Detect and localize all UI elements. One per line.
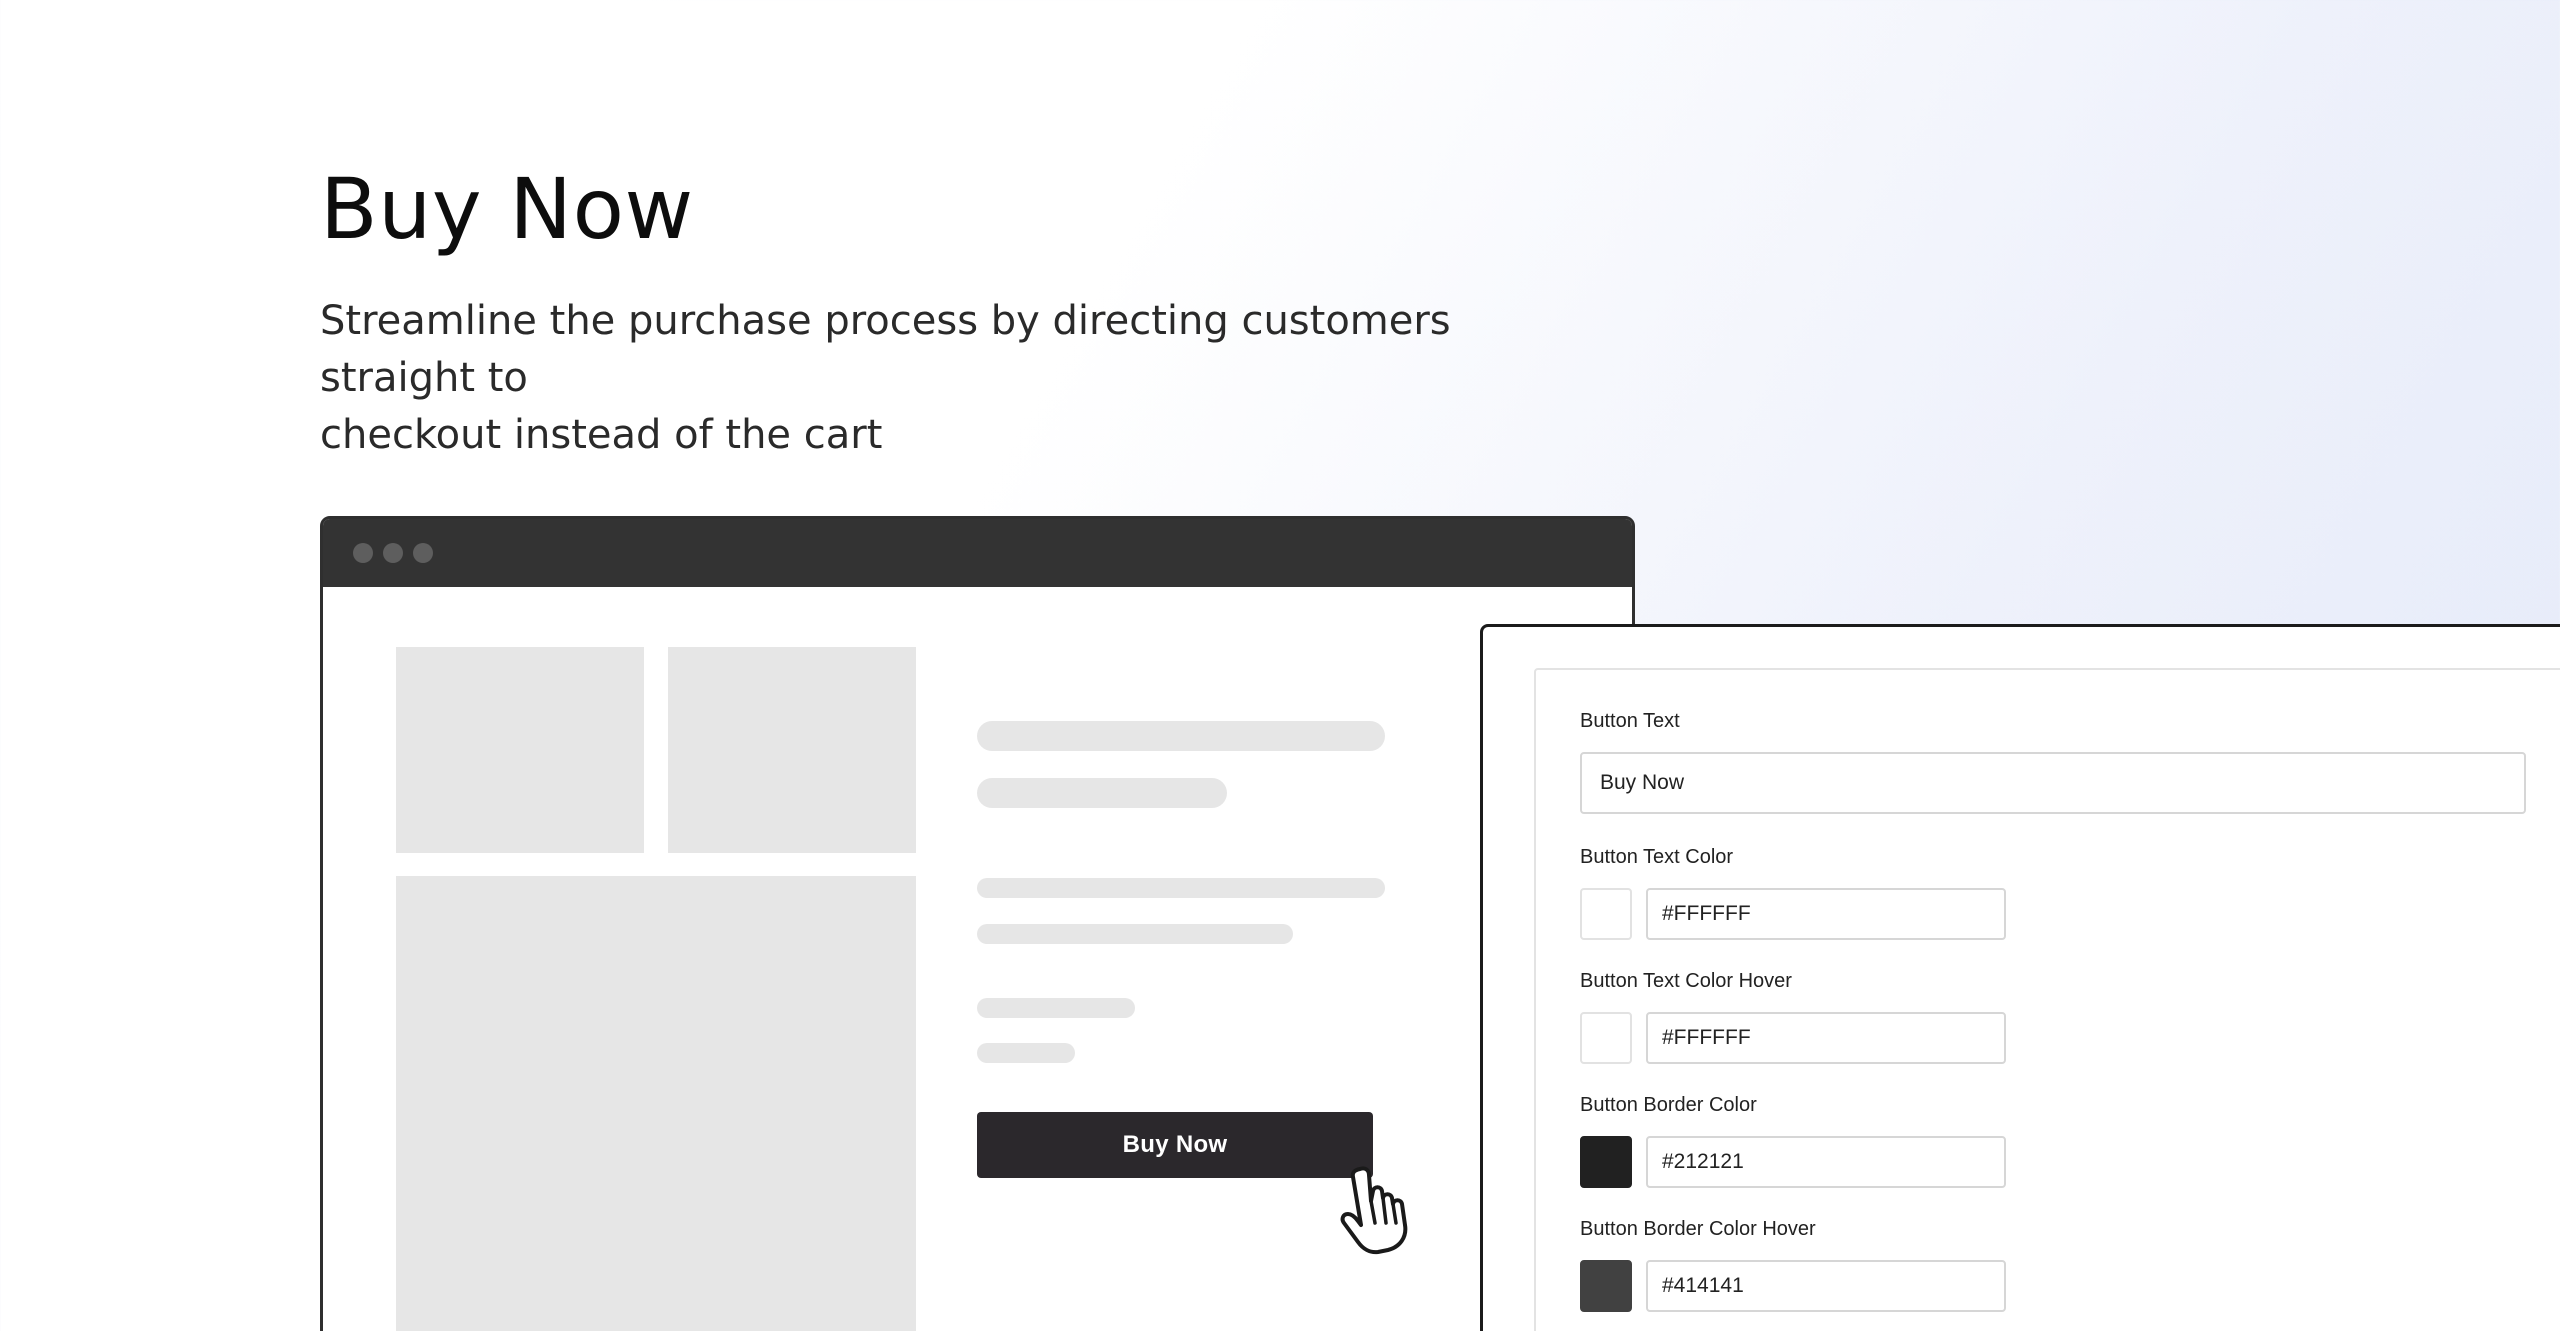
browser-preview: Buy Now xyxy=(320,516,1635,1331)
text-color-swatch[interactable] xyxy=(1580,888,1632,940)
product-thumb-1 xyxy=(396,647,644,853)
button-text-input[interactable]: Buy Now xyxy=(1580,752,2526,814)
page-title: Buy Now xyxy=(320,160,694,258)
placeholder-option-2 xyxy=(977,1043,1075,1063)
border-color-hover-input[interactable]: #414141 xyxy=(1646,1260,2006,1312)
placeholder-price xyxy=(977,778,1227,808)
border-color-hover-swatch[interactable] xyxy=(1580,1260,1632,1312)
text-color-hover-swatch[interactable] xyxy=(1580,1012,1632,1064)
placeholder-option-1 xyxy=(977,998,1135,1018)
border-color-swatch[interactable] xyxy=(1580,1136,1632,1188)
border-color-input[interactable]: #212121 xyxy=(1646,1136,2006,1188)
placeholder-title xyxy=(977,721,1385,751)
text-color-label: Button Text Color xyxy=(1580,846,1734,868)
hand-pointer-icon xyxy=(1340,1166,1408,1255)
border-color-label: Button Border Color xyxy=(1580,1094,1757,1116)
placeholder-desc-1 xyxy=(977,878,1385,898)
browser-title-bar xyxy=(323,519,1632,587)
subtitle-line-2: checkout instead of the cart xyxy=(320,412,883,458)
product-main-image xyxy=(396,876,916,1331)
text-color-hover-label: Button Text Color Hover xyxy=(1580,970,1792,992)
settings-card: Button Text Buy Now Button Text Color #F… xyxy=(1534,668,2560,1331)
buy-now-button[interactable]: Buy Now xyxy=(977,1112,1373,1178)
window-dot-maximize xyxy=(413,543,433,563)
subtitle-line-1: Streamline the purchase process by direc… xyxy=(320,298,1451,401)
product-thumb-2 xyxy=(668,647,916,853)
border-color-hover-label: Button Border Color Hover xyxy=(1580,1218,1816,1240)
placeholder-desc-2 xyxy=(977,924,1293,944)
page-subtitle: Streamline the purchase process by direc… xyxy=(320,293,1600,464)
window-dot-minimize xyxy=(383,543,403,563)
button-text-label: Button Text xyxy=(1580,710,1680,732)
text-color-input[interactable]: #FFFFFF xyxy=(1646,888,2006,940)
text-color-hover-input[interactable]: #FFFFFF xyxy=(1646,1012,2006,1064)
window-dot-close xyxy=(353,543,373,563)
settings-panel: Button Text Buy Now Button Text Color #F… xyxy=(1480,624,2560,1331)
